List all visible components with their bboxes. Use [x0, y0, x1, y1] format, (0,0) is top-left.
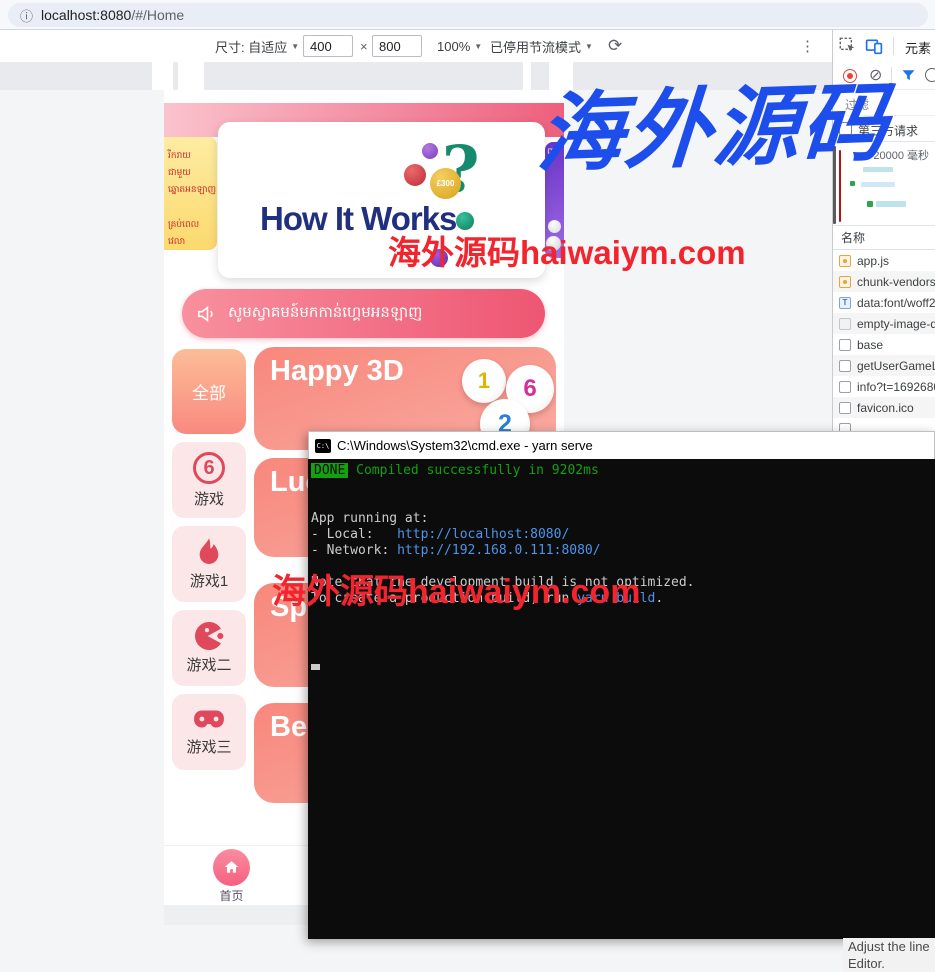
lottery-ball: [548, 220, 561, 233]
search-icon[interactable]: [925, 68, 935, 82]
browser-address-row: ⓘ localhost:8080/#/Home: [0, 0, 935, 30]
device-size-select[interactable]: 尺寸: 自适应▼: [215, 30, 299, 62]
lottery-ball: [430, 249, 448, 267]
script-file-icon: [839, 255, 851, 267]
rulers-strip: [0, 62, 832, 90]
terminal-cursor: [311, 664, 320, 670]
url-host: localhost:8080: [41, 7, 131, 23]
cmd-titlebar[interactable]: C:\ C:\Windows\System32\cmd.exe - yarn s…: [308, 431, 935, 459]
yarn-build-text: yarn build: [577, 591, 655, 606]
how-it-works-banner[interactable]: How It Works ? £300: [218, 122, 545, 278]
sidebar-item-all[interactable]: 全部: [172, 349, 246, 434]
request-row[interactable]: Tdata:font/woff2: [833, 292, 935, 313]
script-file-icon: [839, 276, 851, 288]
teal-ball: [456, 212, 474, 230]
pacman-icon: [193, 620, 225, 652]
network-toolbar: ⊘: [833, 62, 935, 90]
done-badge: DONE: [311, 463, 348, 478]
terminal-line: To create a production build, run yarn b…: [311, 591, 663, 607]
cmd-window: C:\ C:\Windows\System32\cmd.exe - yarn s…: [308, 431, 935, 939]
request-row[interactable]: getUserGameLi: [833, 355, 935, 376]
address-bar[interactable]: ⓘ localhost:8080/#/Home: [8, 3, 928, 27]
sidebar-item-game3[interactable]: 游戏三: [172, 694, 246, 770]
nav-home-label: 首页: [194, 887, 269, 904]
carousel-slide-right[interactable]: ញ្ជា: [545, 142, 564, 258]
devtools-tabbar: 元素: [832, 30, 935, 62]
local-url: http://localhost:8080/: [397, 527, 569, 542]
terminal-line: Note that the development build is not o…: [311, 575, 695, 591]
carousel-slide-left[interactable]: រីករាយជាមួយ ឆ្នោតអនឡាញ គ្រប់ពេលវេលា: [164, 137, 217, 250]
generic-file-icon: [839, 360, 851, 372]
record-icon[interactable]: [843, 69, 857, 83]
announcement-text: សូមស្វាគមន៍មកកាន់ហ្គេមអនឡាញ: [228, 303, 422, 325]
request-row[interactable]: app.js: [833, 250, 935, 271]
generic-file-icon: [839, 381, 851, 393]
kebab-menu-icon[interactable]: ⋮: [800, 30, 815, 62]
home-icon: [222, 858, 241, 877]
six-icon: 6: [193, 452, 225, 484]
announcement-bar: សូមស្វាគមន៍មកកាន់ហ្គេមអនឡាញ: [182, 289, 545, 338]
terminal-line: - Local: http://localhost:8080/: [311, 527, 569, 543]
compiled-text: Compiled successfully in 9202ms: [348, 463, 598, 478]
lottery-ball: [404, 164, 426, 186]
third-party-checkbox-row[interactable]: 第三方请求: [833, 116, 935, 142]
ball-1: 1: [462, 359, 506, 403]
filter-funnel-icon[interactable]: [901, 68, 916, 86]
third-party-checkbox[interactable]: [839, 122, 852, 135]
cmd-terminal: DONE Compiled successfully in 9202ms App…: [308, 459, 935, 939]
column-header-name[interactable]: 名称: [833, 226, 935, 250]
info-icon[interactable]: ⓘ: [20, 6, 33, 25]
network-overview-timeline[interactable]: 20000 毫秒: [833, 142, 935, 226]
font-file-icon: T: [839, 297, 851, 309]
viewport-height-input[interactable]: [372, 35, 422, 57]
settings-tooltip-fragment: Adjust the line Editor.: [843, 938, 935, 972]
url-path: /#/Home: [131, 7, 184, 23]
request-row[interactable]: chunk-vendors.j: [833, 271, 935, 292]
image-file-icon: [839, 318, 851, 330]
sidebar-item-game1[interactable]: 游戏1: [172, 526, 246, 602]
device-toolbar-icon[interactable]: [865, 37, 883, 60]
gold-ball: £300: [430, 168, 461, 199]
gamepad-icon: [192, 704, 226, 734]
network-url: http://192.168.0.111:8080/: [397, 543, 601, 558]
sidebar-item-game2[interactable]: 游戏二: [172, 610, 246, 686]
throttle-select[interactable]: 已停用节流模式▼: [490, 30, 593, 62]
device-toolbar: 尺寸: 自适应▼ × 100%▼ 已停用节流模式▼ ⟳ ⋮: [0, 30, 832, 62]
request-row[interactable]: empty-image-d: [833, 313, 935, 334]
screen: ⓘ localhost:8080/#/Home 尺寸: 自适应▼ × 100%▼…: [0, 0, 935, 972]
request-row[interactable]: favicon.ico: [833, 397, 935, 418]
sidebar-item-game[interactable]: 6 游戏: [172, 442, 246, 518]
generic-file-icon: [839, 402, 851, 414]
nav-home-button[interactable]: [213, 849, 250, 886]
banner-title: How It Works: [260, 200, 456, 238]
request-row[interactable]: info?t=1692680: [833, 376, 935, 397]
tab-elements[interactable]: 元素: [905, 38, 931, 57]
inspect-icon[interactable]: [839, 37, 856, 59]
cmd-icon: C:\: [315, 439, 331, 453]
terminal-line: App running at:: [311, 511, 428, 527]
times-separator: ×: [360, 30, 368, 62]
generic-file-icon: [839, 339, 851, 351]
cmd-title-text: C:\Windows\System32\cmd.exe - yarn serve: [337, 438, 593, 453]
clear-icon[interactable]: ⊘: [869, 65, 882, 85]
lottery-ball: [546, 236, 561, 251]
zoom-select[interactable]: 100%▼: [437, 30, 482, 62]
terminal-line: - Network: http://192.168.0.111:8080/: [311, 543, 601, 559]
speaker-icon: [196, 303, 218, 325]
request-row[interactable]: base: [833, 334, 935, 355]
rotate-icon[interactable]: ⟳: [608, 30, 622, 62]
lottery-ball: [422, 143, 438, 159]
network-filter-input[interactable]: 过滤: [833, 90, 935, 116]
viewport-width-input[interactable]: [303, 35, 353, 57]
flame-icon: [193, 536, 225, 568]
